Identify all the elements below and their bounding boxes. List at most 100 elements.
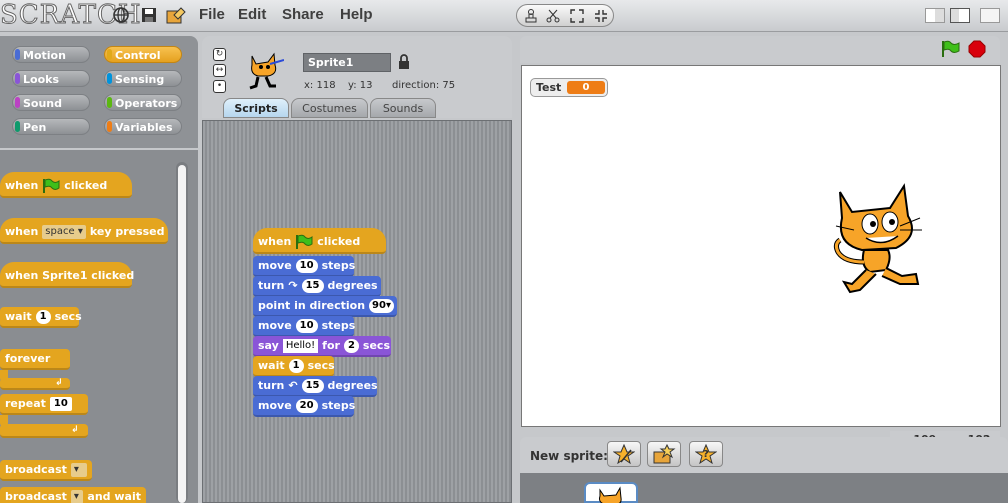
category-operators[interactable]: Operators [104, 94, 182, 111]
palette-broadcast[interactable]: broadcast ▾ [0, 460, 92, 481]
script-wait-secs[interactable]: wait 1 secs [253, 356, 335, 377]
globe-icon[interactable] [112, 6, 130, 24]
stage-mode-buttons [516, 4, 614, 27]
script-point-in-direction[interactable]: point in direction 90▾ [253, 296, 397, 317]
block-text: move [258, 259, 292, 272]
palette-when-sprite-clicked[interactable]: when Sprite1 clicked [0, 262, 134, 288]
block-text: secs [362, 339, 390, 352]
lock-icon[interactable] [398, 54, 410, 73]
tab-scripts[interactable]: Scripts [223, 98, 289, 118]
surprise-sprite-button[interactable]: ? [689, 441, 723, 467]
wait-input[interactable]: 1 [288, 358, 304, 373]
block-text: repeat [5, 397, 46, 410]
green-flag-icon [296, 234, 313, 249]
script-move-steps[interactable]: move 10 steps [253, 316, 356, 337]
grow-icon[interactable] [567, 7, 587, 24]
direction-label: direction: [392, 80, 440, 91]
degrees-input[interactable]: 15 [301, 378, 324, 393]
turn-right-icon: ↷ [288, 279, 298, 292]
block-text: move [258, 399, 292, 412]
shrink-icon[interactable] [591, 7, 611, 24]
block-text: degrees [327, 379, 378, 392]
forever-bottom: ↲ [0, 378, 70, 390]
script-move-steps[interactable]: move 20 steps [253, 396, 355, 417]
script-turn-left[interactable]: turn ↶ 15 degrees [253, 376, 378, 397]
stop-icon[interactable] [968, 40, 986, 61]
share-icon[interactable] [166, 6, 186, 24]
category-panel: Motion Control Looks Sensing Sound Opera… [0, 36, 198, 148]
category-variables[interactable]: Variables [104, 118, 182, 135]
script-turn-right[interactable]: turn ↷ 15 degrees [253, 276, 381, 297]
menu-share[interactable]: Share [282, 6, 324, 23]
direction-value: 90 [372, 299, 386, 311]
category-sound[interactable]: Sound [12, 94, 90, 111]
block-text: clicked [317, 234, 361, 248]
y-label: y: [348, 80, 357, 91]
sprite-name-field[interactable]: Sprite1 [303, 53, 391, 72]
tab-costumes[interactable]: Costumes [291, 98, 368, 118]
palette-scroll-thumb[interactable] [178, 165, 186, 503]
category-sensing[interactable]: Sensing [104, 70, 182, 87]
presentation-mode-icon[interactable] [980, 8, 1000, 23]
block-text: wait [5, 310, 32, 323]
flip-style-icon[interactable]: ↔ [213, 64, 226, 77]
small-stage-layout-icon[interactable] [925, 8, 945, 23]
palette-broadcast-and-wait[interactable]: broadcast ▾ and wait [0, 487, 146, 503]
block-text: clicked [64, 178, 108, 192]
palette-forever[interactable]: forever [0, 349, 70, 370]
sprite-thumbnail[interactable] [584, 482, 638, 503]
category-motion[interactable]: Motion [12, 46, 90, 63]
block-text: for [322, 339, 340, 352]
repeat-input[interactable]: 10 [49, 396, 72, 411]
new-sprite-label: New sprite: [530, 449, 608, 463]
steps-input[interactable]: 10 [295, 318, 318, 333]
script-move-steps[interactable]: move 10 steps [253, 256, 355, 277]
say-text-input[interactable]: Hello! [282, 338, 319, 353]
rotate-style-icon[interactable]: ↻ [213, 48, 226, 61]
scissors-icon[interactable] [543, 7, 563, 24]
variable-monitor[interactable]: Test 0 [530, 78, 608, 97]
save-icon[interactable] [140, 6, 158, 24]
choose-sprite-file-button[interactable] [647, 441, 681, 467]
loop-arrow-icon: ↲ [55, 377, 63, 388]
direction-dropdown[interactable]: 90▾ [369, 298, 394, 313]
key-dropdown[interactable]: space ▾ [42, 224, 86, 239]
block-text: steps [321, 319, 356, 332]
broadcast-dropdown[interactable]: ▾ [70, 462, 87, 477]
no-rotate-icon[interactable]: • [213, 80, 226, 93]
secs-input[interactable]: 2 [343, 338, 359, 353]
paint-new-sprite-button[interactable] [607, 441, 641, 467]
steps-input[interactable]: 10 [295, 258, 318, 273]
loop-arrow-icon: ↲ [71, 424, 79, 435]
category-control[interactable]: Control [104, 46, 182, 63]
wait-input[interactable]: 1 [35, 309, 51, 324]
normal-stage-layout-icon[interactable] [950, 8, 970, 23]
steps-input[interactable]: 20 [295, 398, 318, 413]
palette-wait-secs[interactable]: wait 1 secs [0, 307, 82, 328]
palette-when-flag-clicked[interactable]: when clicked [0, 172, 132, 198]
menu-edit[interactable]: Edit [238, 6, 266, 23]
category-looks[interactable]: Looks [12, 70, 90, 87]
script-say-for-secs[interactable]: say Hello! for 2 secs [253, 336, 391, 357]
cat-sprite[interactable] [830, 178, 925, 296]
sprite-x: x: 118 [304, 80, 336, 91]
block-text: turn [258, 279, 285, 292]
block-text: when [5, 224, 39, 238]
broadcast-wait-dropdown[interactable]: ▾ [70, 489, 84, 503]
degrees-input[interactable]: 15 [301, 278, 324, 293]
block-text: move [258, 319, 292, 332]
palette-repeat[interactable]: repeat 10 [0, 394, 88, 415]
stamp-icon[interactable] [521, 7, 541, 24]
stage[interactable] [521, 65, 1001, 427]
menu-help[interactable]: Help [340, 6, 373, 23]
monitor-value: 0 [567, 81, 605, 94]
palette-when-key-pressed[interactable]: when space ▾ key pressed [0, 218, 168, 244]
green-flag-icon[interactable] [940, 40, 960, 61]
block-text: broadcast [5, 490, 67, 503]
sprite-preview [244, 50, 285, 92]
menu-file[interactable]: File [199, 6, 225, 23]
category-pen[interactable]: Pen [12, 118, 90, 135]
script-when-flag-clicked[interactable]: when clicked [253, 228, 386, 254]
tab-sounds[interactable]: Sounds [370, 98, 436, 118]
repeat-bottom: ↲ [0, 424, 88, 438]
